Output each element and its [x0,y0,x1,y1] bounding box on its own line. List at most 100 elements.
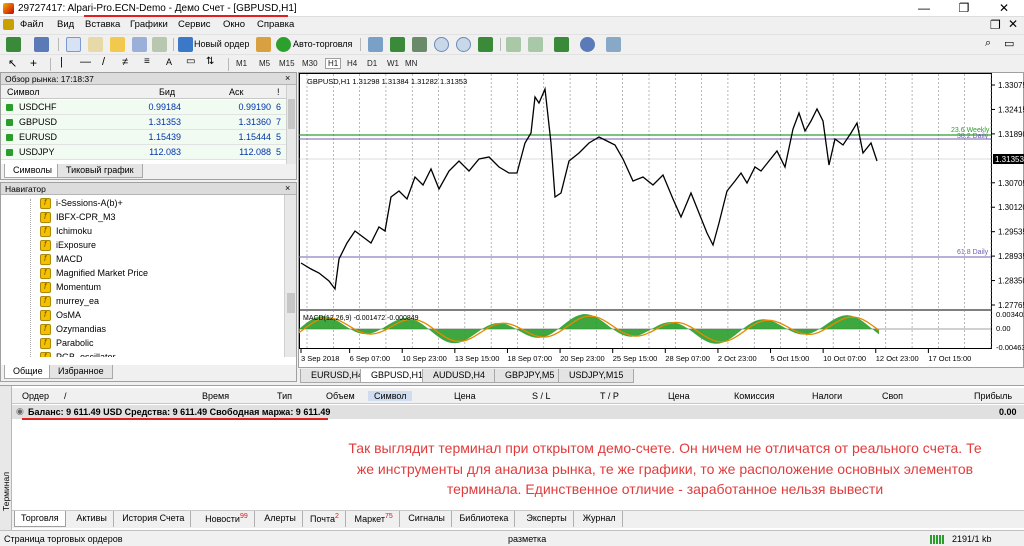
crosshair-icon[interactable]: + [30,56,37,70]
chat-icon[interactable]: ▭ [1004,37,1014,50]
bar-chart-icon[interactable] [368,37,383,52]
autoscroll-icon[interactable] [528,37,543,52]
col-profit[interactable]: Прибыль [974,391,1012,401]
market-row[interactable]: GBPUSD 1.31353 1.31360 7 [1,115,286,130]
menu-file[interactable]: Файл [20,19,43,30]
col-bid[interactable]: Бид [159,87,175,97]
auto-trading-button[interactable]: Авто-торговля [293,39,352,49]
col-spread[interactable]: ! [277,87,280,97]
chart-canvas[interactable]: 1.33075 1.32415 1.31890 1.30705 1.30120 1.295… [299,73,1024,369]
tile-windows-icon[interactable] [478,37,493,52]
menu-tools[interactable]: Сервис [178,19,211,30]
col-taxes[interactable]: Налоги [812,391,842,401]
tab-common[interactable]: Общие [4,365,52,379]
terminal-tab[interactable]: Журнал [577,511,623,527]
terminal-tab[interactable]: История Счета [116,511,192,527]
tab-symbols[interactable]: Символы [4,164,61,178]
col-volume[interactable]: Объем [326,391,355,401]
chart-tab-usdjpy-m15[interactable]: USDJPY,M15 [558,369,635,383]
navigator-icon[interactable] [110,37,125,52]
terminal-tab[interactable]: Алерты [258,511,303,527]
profiles-icon[interactable] [34,37,49,52]
minimize-button[interactable]: — [904,0,944,17]
zoom-out-icon[interactable] [456,37,471,52]
timeframe-h1[interactable]: H1 [325,58,342,69]
timeframe-m1[interactable]: M1 [236,59,247,68]
navigator-scrollbar[interactable] [284,195,296,357]
text-icon[interactable]: A [166,57,172,67]
col-price[interactable]: Цена [454,391,476,401]
col-symbol[interactable]: Символ [368,391,413,401]
col-type[interactable]: Тип [277,391,292,401]
market-watch-close-icon[interactable]: × [285,73,290,83]
terminal-tab[interactable]: Библиотека [453,511,516,527]
col-tp[interactable]: T / P [600,391,619,401]
chart-shift-icon[interactable] [506,37,521,52]
chart-tab-audusd-h4[interactable]: AUDUSD,H4 [422,369,497,383]
col-price-current[interactable]: Цена [668,391,690,401]
terminal-tab[interactable]: Маркет75 [349,511,400,527]
trendline-icon[interactable]: / [102,56,105,68]
tester-icon[interactable] [152,37,167,52]
col-sl[interactable]: S / L [532,391,551,401]
close-button[interactable]: ✕ [984,0,1024,17]
menu-window[interactable]: Окно [223,19,245,30]
timeframe-mn[interactable]: MN [405,59,417,68]
channel-icon[interactable]: ≠ [122,56,128,68]
timeframe-h4[interactable]: H4 [347,59,357,68]
timeframe-w1[interactable]: W1 [387,59,399,68]
new-order-icon[interactable] [178,37,193,52]
col-ask[interactable]: Аск [229,87,243,97]
timeframe-m5[interactable]: M5 [259,59,270,68]
fibonacci-icon[interactable]: ≡ [144,56,150,67]
tab-favorites[interactable]: Избранное [49,365,113,379]
timeframe-m30[interactable]: M30 [302,59,318,68]
col-symbol[interactable]: Символ [7,87,39,97]
metaeditor-icon[interactable] [256,37,271,52]
indicators-icon[interactable] [554,37,569,52]
restore-child-icon[interactable]: ❐ [990,18,1001,32]
new-chart-icon[interactable] [6,37,21,52]
balance-row[interactable]: ◉ Баланс: 9 611.49 USD Средства: 9 611.4… [12,405,1024,419]
terminal-tab[interactable]: Торговля [14,511,66,527]
terminal-tab[interactable]: Почта2 [304,511,346,527]
maximize-button[interactable]: ❐ [944,0,984,17]
timeframe-d1[interactable]: D1 [367,59,377,68]
periods-icon[interactable] [580,37,595,52]
close-child-icon[interactable]: ✕ [1008,17,1018,31]
arrows-icon[interactable]: ⇅ [206,56,214,67]
market-row[interactable]: EURUSD 1.15439 1.15444 5 [1,130,286,145]
search-icon[interactable]: ⌕ [985,37,991,50]
terminal-icon[interactable] [132,37,147,52]
terminal-tab[interactable]: Новости99 [199,511,255,527]
menu-help[interactable]: Справка [257,19,294,30]
col-time[interactable]: Время [202,391,229,401]
candle-chart-icon[interactable] [390,37,405,52]
terminal-tab[interactable]: Сигналы [402,511,452,527]
price-chart[interactable]: 1.33075 1.32415 1.31890 1.30705 1.30120 1.295… [298,72,1024,368]
horizontal-line-icon[interactable]: — [80,56,91,68]
cursor-icon[interactable]: ↖ [8,57,17,70]
vertical-line-icon[interactable]: | [60,56,63,68]
menu-charts[interactable]: Графики [130,19,168,30]
templates-icon[interactable] [606,37,621,52]
label-icon[interactable]: ▭ [186,56,195,67]
chart-tab-gbpjpy-m5[interactable]: GBPJPY,M5 [494,369,566,383]
timeframe-m15[interactable]: M15 [279,59,295,68]
menu-insert[interactable]: Вставка [85,19,120,30]
terminal-tab[interactable]: Эксперты [520,511,574,527]
col-order[interactable]: Ордер [22,391,49,401]
market-watch-scrollbar[interactable] [286,85,296,164]
col-swap[interactable]: Своп [882,391,903,401]
col-commission[interactable]: Комиссия [734,391,774,401]
line-chart-icon[interactable] [412,37,427,52]
zoom-in-icon[interactable] [434,37,449,52]
scroll-thumb[interactable] [288,99,295,129]
market-watch-icon[interactable] [66,37,81,52]
menu-view[interactable]: Вид [57,19,74,30]
new-order-button[interactable]: Новый ордер [194,39,249,49]
market-row[interactable]: USDJPY 112.083 112.088 5 [1,145,286,160]
data-window-icon[interactable] [88,37,103,52]
terminal-tab[interactable]: Активы [70,511,114,527]
auto-trading-icon[interactable] [276,37,291,52]
